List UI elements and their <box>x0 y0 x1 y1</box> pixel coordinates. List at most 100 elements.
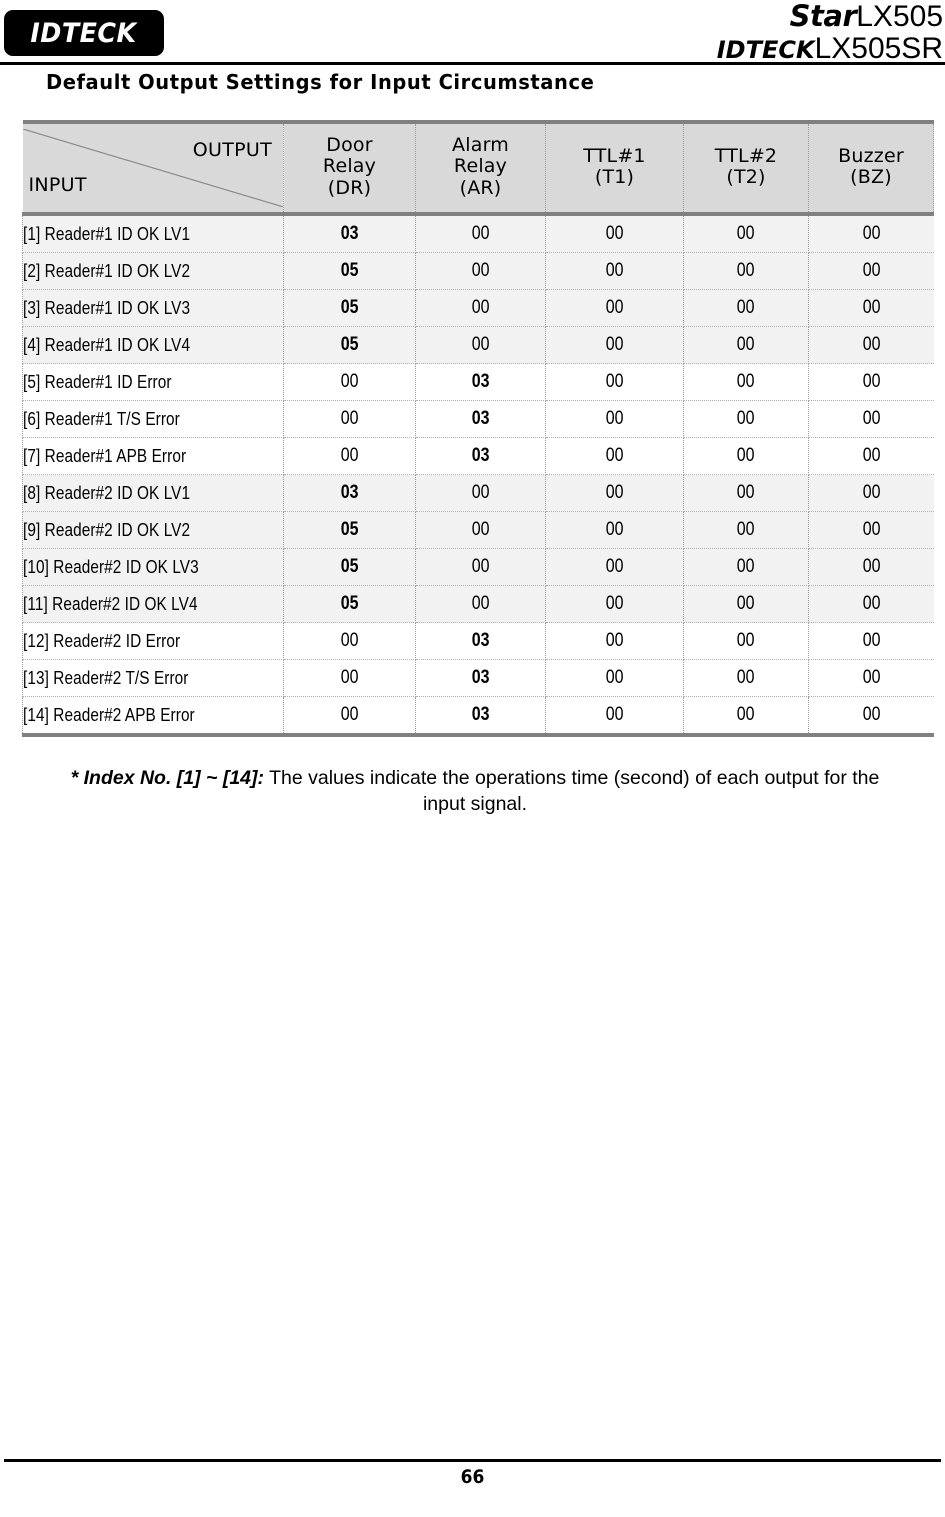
table-corner-header: OUTPUT INPUT <box>22 120 284 216</box>
cell-value-text: 03 <box>471 408 490 429</box>
header-divider-rule <box>0 62 945 65</box>
cell-value-text: 00 <box>471 556 490 577</box>
cell-ttl2: 00 <box>683 474 809 512</box>
cell-value-text: 05 <box>340 593 359 614</box>
input-label-text: [13] Reader#2 T/S Error <box>23 667 189 688</box>
cell-buzzer: 00 <box>808 289 934 327</box>
table-row: [1] Reader#1 ID OK LV1 03 00 00 00 00 <box>22 214 934 253</box>
table-row: [3] Reader#1 ID OK LV3 05 00 00 00 00 <box>22 289 934 327</box>
cell-alarm-relay: 03 <box>415 400 546 438</box>
cell-value-text: 00 <box>862 297 881 318</box>
cell-door-relay: 00 <box>283 400 416 438</box>
cell-value-text: 00 <box>340 445 359 466</box>
cell-door-relay: 05 <box>283 289 416 327</box>
cell-door-relay: 00 <box>283 622 416 660</box>
idteck-model-number: LX505SR <box>814 32 943 65</box>
cell-ttl2: 00 <box>683 252 809 290</box>
cell-input-label: [13] Reader#2 T/S Error <box>22 659 284 697</box>
cell-buzzer: 00 <box>808 585 934 623</box>
cell-value-text: 00 <box>340 371 359 392</box>
index-note-emphasis: * Index No. [1] ~ [14]: <box>70 767 265 789</box>
cell-value-text: 00 <box>471 297 490 318</box>
cell-input-label: [14] Reader#2 APB Error <box>22 696 284 737</box>
cell-alarm-relay: 00 <box>415 585 546 623</box>
cell-value-text: 00 <box>737 371 755 392</box>
column-header-line1: TTL#2 <box>714 144 778 167</box>
cell-value-text: 00 <box>737 297 755 318</box>
cell-value-text: 05 <box>340 260 359 281</box>
cell-input-label: [11] Reader#2 ID OK LV4 <box>22 585 284 623</box>
column-header-ttl1: TTL#1 (T1) <box>545 120 684 216</box>
cell-input-label: [4] Reader#1 ID OK LV4 <box>22 326 284 364</box>
cell-value-text: 00 <box>605 482 624 503</box>
cell-value-text: 03 <box>471 704 490 725</box>
cell-value-text: 00 <box>605 297 624 318</box>
cell-value-text: 00 <box>737 408 755 429</box>
model-line-idteck: IDTECKLX505SR <box>717 34 943 64</box>
cell-ttl1: 00 <box>545 252 684 290</box>
cell-door-relay: 00 <box>283 363 416 401</box>
cell-alarm-relay: 00 <box>415 252 546 290</box>
table-row: [8] Reader#2 ID OK LV1 03 00 00 00 00 <box>22 474 934 512</box>
cell-value-text: 00 <box>605 445 624 466</box>
footer-divider-rule <box>4 1459 941 1462</box>
cell-door-relay: 00 <box>283 659 416 697</box>
cell-value-text: 00 <box>471 593 490 614</box>
cell-input-label: [1] Reader#1 ID OK LV1 <box>22 214 284 253</box>
cell-input-label: [8] Reader#2 ID OK LV1 <box>22 474 284 512</box>
star-model-number: LX505 <box>856 0 943 33</box>
cell-value-text: 00 <box>471 519 490 540</box>
cell-value-text: 00 <box>471 334 490 355</box>
cell-door-relay: 05 <box>283 511 416 549</box>
cell-value-text: 00 <box>471 260 490 281</box>
input-label-text: [1] Reader#1 ID OK LV1 <box>23 223 191 244</box>
table-row: [11] Reader#2 ID OK LV4 05 00 00 00 00 <box>22 585 934 623</box>
corner-output-label: OUTPUT <box>192 139 272 161</box>
cell-alarm-relay: 03 <box>415 659 546 697</box>
column-header-line2: Relay <box>322 155 377 178</box>
cell-door-relay: 05 <box>283 548 416 586</box>
cell-value-text: 00 <box>605 593 624 614</box>
cell-ttl2: 00 <box>683 214 809 253</box>
cell-alarm-relay: 00 <box>415 511 546 549</box>
cell-value-text: 05 <box>340 556 359 577</box>
corner-input-label: INPUT <box>28 173 87 196</box>
cell-value-text: 03 <box>340 482 359 503</box>
cell-door-relay: 00 <box>283 437 416 475</box>
cell-alarm-relay: 00 <box>415 289 546 327</box>
cell-ttl2: 00 <box>683 622 809 660</box>
cell-value-text: 00 <box>862 482 881 503</box>
cell-input-label: [9] Reader#2 ID OK LV2 <box>22 511 284 549</box>
cell-value-text: 00 <box>862 445 881 466</box>
cell-value-text: 00 <box>862 223 881 244</box>
default-output-settings-table-wrapper: OUTPUT INPUT Door Relay (DR) Alarm Relay… <box>22 120 934 737</box>
cell-ttl1: 00 <box>545 289 684 327</box>
cell-ttl2: 00 <box>683 659 809 697</box>
page-title: Default Output Settings for Input Circum… <box>46 70 595 94</box>
cell-alarm-relay: 00 <box>415 214 546 253</box>
cell-alarm-relay: 03 <box>415 696 546 737</box>
cell-value-text: 03 <box>471 630 490 651</box>
cell-value-text: 00 <box>862 704 881 725</box>
cell-value-text: 00 <box>340 408 359 429</box>
page-header: IDTECK StarLX505 IDTECKLX505SR <box>0 0 945 64</box>
cell-ttl1: 00 <box>545 622 684 660</box>
table-header: OUTPUT INPUT Door Relay (DR) Alarm Relay… <box>22 120 934 216</box>
cell-buzzer: 00 <box>808 214 934 253</box>
input-label-text: [5] Reader#1 ID Error <box>23 371 172 392</box>
table-row: [14] Reader#2 APB Error 00 03 00 00 00 <box>22 696 934 737</box>
cell-door-relay: 05 <box>283 252 416 290</box>
cell-ttl2: 00 <box>683 400 809 438</box>
cell-ttl1: 00 <box>545 548 684 586</box>
default-output-settings-table: OUTPUT INPUT Door Relay (DR) Alarm Relay… <box>22 120 934 737</box>
cell-ttl1: 00 <box>545 400 684 438</box>
table-row: [9] Reader#2 ID OK LV2 05 00 00 00 00 <box>22 511 934 549</box>
cell-value-text: 03 <box>471 445 490 466</box>
table-header-row: OUTPUT INPUT Door Relay (DR) Alarm Relay… <box>22 120 934 216</box>
cell-value-text: 00 <box>737 556 755 577</box>
cell-ttl1: 00 <box>545 326 684 364</box>
cell-value-text: 00 <box>737 667 755 688</box>
column-header-line2: (BZ) <box>850 166 892 188</box>
cell-input-label: [5] Reader#1 ID Error <box>22 363 284 401</box>
cell-buzzer: 00 <box>808 363 934 401</box>
